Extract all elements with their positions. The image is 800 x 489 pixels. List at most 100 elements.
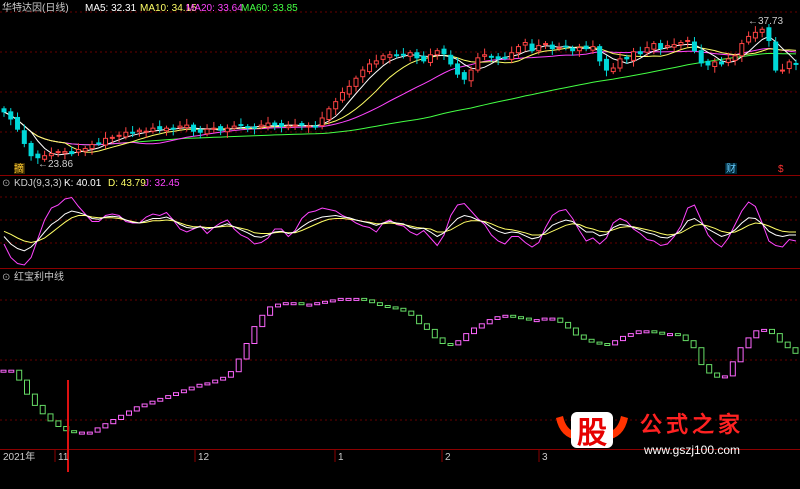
site-name: 公式之家 [640, 412, 744, 438]
indicator-bar-up [126, 410, 132, 416]
indicator-bar-down [361, 297, 368, 301]
indicator-bar-up [463, 333, 470, 342]
watermark: 股 公式之家 www.gszj100.com [556, 412, 744, 457]
candle-down [245, 126, 251, 129]
candle-up [306, 125, 312, 128]
candle-up [204, 128, 210, 135]
indicator-title: 红宝利中线 [14, 270, 64, 283]
candle-up [184, 124, 190, 129]
indicator-bar-down [369, 299, 376, 304]
indicator-bar-down [16, 369, 23, 381]
candle-down [773, 41, 779, 71]
kdj-settings-icon[interactable]: ⊙ [2, 178, 10, 189]
candle-up [536, 45, 542, 52]
candle-down [570, 47, 576, 52]
candle-up [380, 55, 386, 60]
candle-up [746, 35, 752, 43]
ma60-legend: MA60: 33.85 [241, 3, 298, 14]
candle-up [617, 58, 623, 69]
candle-down [1, 108, 7, 113]
indicator-bar-down [24, 379, 30, 395]
indicator-bar-down [596, 341, 603, 345]
candle-down [461, 72, 467, 80]
candle-down [448, 54, 454, 65]
candle-up [610, 67, 616, 73]
candle-down [130, 131, 136, 134]
indicator-settings-icon[interactable]: ⊙ [2, 272, 10, 283]
candle-down [502, 56, 508, 59]
candle-down [312, 125, 318, 128]
candle-down [421, 55, 427, 62]
event-marker-a[interactable]: 摘 [14, 162, 24, 175]
indicator-bar-up [212, 379, 219, 384]
indicator-bar-down [416, 314, 423, 325]
indicator-bar-up [745, 337, 752, 349]
candle-down [35, 153, 41, 159]
indicator-bar-up [173, 392, 179, 397]
candle-down [719, 61, 725, 65]
candle-down [563, 45, 569, 48]
candle-down [251, 126, 257, 129]
indicator-bar-down [714, 372, 721, 378]
indicator-bar-down [690, 340, 697, 349]
candle-up [590, 46, 596, 51]
x-tick-label: 2021年 [3, 450, 35, 463]
candle-down [15, 116, 21, 130]
indicator-bar-down [408, 310, 415, 316]
candle-down [394, 54, 400, 57]
indicator-bar-up [322, 300, 328, 304]
candle-down [495, 56, 501, 60]
indicator-bar-up [267, 306, 274, 316]
event-marker-c[interactable]: $ [778, 164, 784, 175]
indicator-bar-down [682, 334, 689, 342]
indicator-bar-down [384, 305, 391, 308]
indicator-bar-down [55, 420, 62, 427]
candle-up [576, 47, 582, 52]
indicator-bar-up [0, 369, 7, 373]
candle-down [191, 124, 197, 132]
indicator-bar-up [188, 386, 195, 391]
candle-down [21, 130, 27, 144]
stock-chart: 华特达因(日线) MA5: 32.31 MA10: 34.15 MA20: 33… [0, 1, 800, 472]
k-legend: K: 40.01 [64, 178, 102, 189]
indicator-bar-down [39, 404, 46, 415]
indicator-bar-up [94, 427, 101, 433]
candle-down [658, 43, 664, 50]
indicator-bar-up [353, 297, 360, 301]
candle-up [109, 136, 115, 139]
candle-up [651, 43, 657, 50]
indicator-bar-up [761, 328, 768, 332]
candle-up [326, 108, 332, 121]
candle-down [8, 111, 14, 120]
candle-down [238, 124, 244, 127]
event-marker-b[interactable]: 财 [726, 162, 736, 175]
indicator-bar-down [792, 347, 799, 354]
candle-up [116, 134, 122, 137]
candle-up [475, 57, 481, 71]
candle-down [603, 58, 609, 71]
candle-up [644, 47, 650, 53]
indicator-bar-up [141, 403, 148, 408]
candle-up [522, 42, 528, 46]
indicator-bar-down [580, 334, 587, 340]
indicator-bar-down [698, 347, 705, 366]
indicator-bar-up [337, 297, 344, 301]
candle-down [279, 123, 285, 127]
candle-up [285, 125, 291, 129]
candle-down [549, 44, 555, 50]
candle-up [468, 69, 474, 82]
kdj-j-line [3, 196, 797, 266]
indicator-bar-down [423, 323, 430, 330]
candle-up [258, 124, 264, 128]
indicator-bar-down [431, 328, 438, 339]
candle-down [705, 60, 711, 66]
candle-up [367, 63, 373, 73]
ma60-line [3, 52, 797, 146]
x-tick-label: 12 [198, 452, 210, 463]
indicator-bar-up [478, 323, 485, 329]
candle-up [739, 43, 745, 57]
candle-down [793, 62, 799, 65]
candle-up [712, 61, 718, 67]
indicator-bar-down [776, 333, 783, 343]
indicator-bar-up [533, 319, 540, 323]
